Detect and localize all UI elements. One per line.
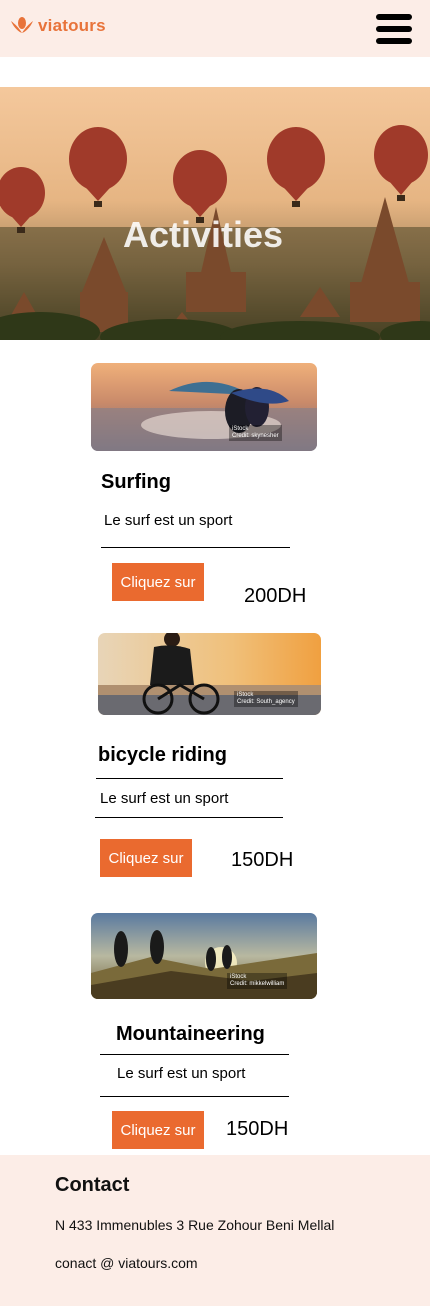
activity-description: Le surf est un sport (100, 790, 229, 807)
contact-address: N 433 Immenubles 3 Rue Zohour Beni Mella… (55, 1217, 335, 1233)
mountaineering-image: iStock Credit: mikkelwilliam (91, 913, 317, 999)
activity-price: 150DH (226, 1118, 289, 1140)
divider (101, 547, 290, 548)
contact-footer: Contact N 433 Immenubles 3 Rue Zohour Be… (0, 1155, 430, 1306)
site-header: viatours (0, 0, 430, 57)
contact-email[interactable]: conact @ viatours.com (55, 1255, 198, 1271)
divider (95, 817, 283, 818)
image-credit: iStock Credit: mikkelwilliam (227, 973, 288, 989)
activity-cta-button[interactable]: Cliquez sur (112, 1111, 204, 1149)
activity-title: Surfing (101, 471, 171, 493)
activity-title: Mountaineering (116, 1023, 265, 1045)
activity-description: Le surf est un sport (117, 1065, 246, 1082)
surfing-image: iStock Credit: skynesher (91, 363, 317, 451)
brand-logo[interactable]: viatours (10, 16, 106, 36)
activity-cta-button[interactable]: Cliquez sur (100, 839, 192, 877)
bicycle-image: iStock Credit: South_agency (98, 633, 321, 715)
activity-price: 200DH (244, 585, 307, 607)
contact-title: Contact (55, 1174, 130, 1196)
divider (100, 1096, 289, 1097)
page-title: Activities (122, 214, 284, 255)
hamburger-menu-icon[interactable] (376, 14, 412, 44)
activity-cta-button[interactable]: Cliquez sur (112, 563, 204, 601)
image-credit: iStock Credit: skynesher (229, 425, 282, 441)
activity-description: Le surf est un sport (104, 512, 233, 529)
lotus-logo-icon (11, 17, 33, 33)
activity-price: 150DH (231, 849, 294, 871)
hero-banner: Activities (0, 87, 430, 340)
divider (100, 1054, 289, 1055)
activity-title: bicycle riding (98, 744, 227, 766)
divider (96, 778, 283, 779)
image-credit: iStock Credit: South_agency (234, 691, 298, 707)
brand-name: viatours (38, 16, 106, 35)
